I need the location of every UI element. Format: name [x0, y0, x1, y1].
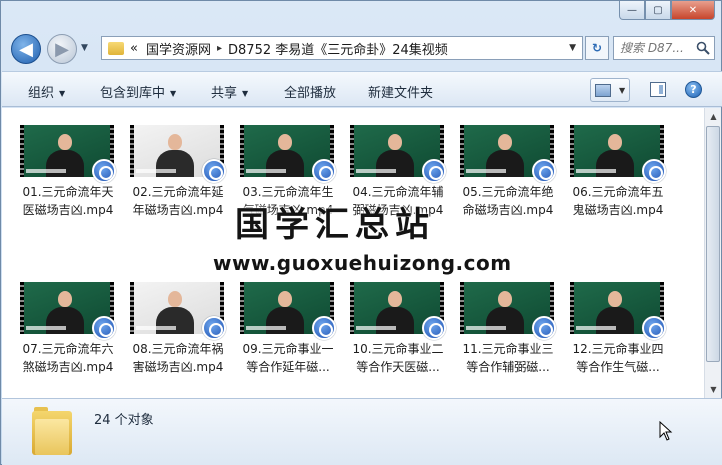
recent-pages-dropdown[interactable]: ▼ [81, 43, 88, 53]
refresh-button[interactable]: ↻ [585, 36, 609, 60]
watermark-url: www.guoxuehuizong.com [213, 251, 512, 275]
address-bar[interactable]: « 国学资源网 ▸ D8752 李易道《三元命卦》24集视频 ▼ [101, 36, 583, 60]
play-all-button[interactable]: 全部播放 [284, 82, 336, 101]
folder-icon [108, 41, 124, 55]
file-name-line: 等合作生气磁... [576, 360, 660, 374]
file-name-line: 11.三元命事业三 [462, 342, 554, 356]
media-player-icon [532, 159, 556, 183]
media-player-icon [92, 159, 116, 183]
preview-pane-button[interactable] [650, 82, 666, 97]
change-view-button[interactable]: ▼ [590, 78, 630, 102]
file-name-line: 等合作天医磁... [356, 360, 440, 374]
scroll-up-icon[interactable]: ▲ [705, 108, 722, 125]
file-name-line: 08.三元命流年祸 [132, 342, 224, 356]
share-menu[interactable]: 共享 ▼ [211, 82, 248, 101]
folder-icon [32, 407, 72, 455]
media-player-icon [642, 316, 666, 340]
file-name-line: 等合作延年磁... [246, 360, 330, 374]
file-name-line: 02.三元命流年延 [132, 185, 224, 199]
file-name-line: 鬼磁场吉凶.mp4 [572, 203, 664, 217]
mouse-cursor-icon [659, 421, 673, 441]
vertical-scrollbar[interactable]: ▲ ▼ [704, 108, 721, 398]
file-name-line: 12.三元命事业四 [572, 342, 664, 356]
media-player-icon [202, 159, 226, 183]
include-in-library-label: 包含到库中 [100, 86, 166, 101]
file-name: 12.三元命事业四 等合作生气磁... [566, 340, 670, 376]
navigation-bar: ◀ ▶ ▼ « 国学资源网 ▸ D8752 李易道《三元命卦》24集视频 ▼ ↻ [9, 31, 715, 67]
maximize-button[interactable]: ▢ [645, 1, 671, 20]
explorer-window: — ▢ ✕ ◀ ▶ ▼ « 国学资源网 ▸ D8752 李易道《三元命卦》24集… [0, 0, 722, 465]
breadcrumb-overflow[interactable]: « [130, 41, 138, 56]
file-name: 01.三元命流年天 医磁场吉凶.mp4 [16, 183, 120, 219]
close-button[interactable]: ✕ [671, 1, 715, 20]
file-name: 11.三元命事业三 等合作辅弼磁... [456, 340, 560, 376]
command-bar: 组织 ▼ 包含到库中 ▼ 共享 ▼ 全部播放 新建文件夹 ▼ ? [2, 71, 722, 107]
view-icon [595, 83, 611, 97]
file-name-line: 10.三元命事业二 [352, 342, 444, 356]
scrollbar-thumb[interactable] [706, 126, 720, 362]
media-player-icon [642, 159, 666, 183]
file-name-line: 09.三元命事业一 [242, 342, 334, 356]
file-name-line: 年磁场吉凶.mp4 [132, 203, 224, 217]
chevron-down-icon: ▼ [170, 89, 177, 98]
organize-menu[interactable]: 组织 ▼ [28, 82, 65, 101]
file-name: 05.三元命流年绝 命磁场吉凶.mp4 [456, 183, 560, 219]
file-name-line: 06.三元命流年五 [572, 185, 664, 199]
search-icon[interactable] [696, 41, 710, 55]
file-name-line: 01.三元命流年天 [22, 185, 114, 199]
chevron-down-icon: ▼ [59, 89, 66, 98]
organize-label: 组织 [28, 86, 55, 101]
media-player-icon [532, 316, 556, 340]
help-button[interactable]: ? [685, 81, 702, 98]
file-name: 09.三元命事业一 等合作延年磁... [236, 340, 340, 376]
media-player-icon [92, 316, 116, 340]
file-name: 10.三元命事业二 等合作天医磁... [346, 340, 450, 376]
media-player-icon [422, 316, 446, 340]
search-input[interactable] [614, 38, 692, 58]
item-count: 24 个对象 [94, 413, 154, 428]
back-button[interactable]: ◀ [11, 34, 41, 64]
breadcrumb-item-current[interactable]: D8752 李易道《三元命卦》24集视频 [228, 39, 448, 58]
file-name-line: 05.三元命流年绝 [462, 185, 554, 199]
file-name: 07.三元命流年六 煞磁场吉凶.mp4 [16, 340, 120, 376]
file-name-line: 煞磁场吉凶.mp4 [22, 360, 114, 374]
scroll-down-icon[interactable]: ▼ [705, 381, 722, 398]
include-in-library-menu[interactable]: 包含到库中 ▼ [100, 82, 176, 101]
search-box[interactable] [613, 36, 715, 60]
share-label: 共享 [211, 86, 238, 101]
new-folder-button[interactable]: 新建文件夹 [368, 82, 433, 101]
file-name-line: 医磁场吉凶.mp4 [22, 203, 114, 217]
media-player-icon [422, 159, 446, 183]
forward-button[interactable]: ▶ [47, 34, 77, 64]
minimize-button[interactable]: — [619, 1, 645, 20]
file-name-line: 命磁场吉凶.mp4 [462, 203, 554, 217]
watermark-title: 国学汇总站 [235, 205, 435, 245]
breadcrumb-item-root[interactable]: 国学资源网 [146, 39, 211, 58]
address-dropdown-icon[interactable]: ▼ [569, 43, 576, 53]
caption-buttons: — ▢ ✕ [619, 1, 715, 20]
chevron-down-icon: ▼ [242, 89, 249, 98]
media-player-icon [202, 316, 226, 340]
media-player-icon [312, 159, 336, 183]
file-name: 02.三元命流年延 年磁场吉凶.mp4 [126, 183, 230, 219]
file-name-line: 07.三元命流年六 [22, 342, 114, 356]
file-name-line: 害磁场吉凶.mp4 [132, 360, 224, 374]
breadcrumb-separator-icon[interactable]: ▸ [217, 43, 222, 54]
media-player-icon [312, 316, 336, 340]
file-name-line: 等合作辅弼磁... [466, 360, 550, 374]
chevron-down-icon[interactable]: ▼ [619, 86, 625, 95]
details-pane: 24 个对象 [2, 398, 722, 465]
file-name: 08.三元命流年祸 害磁场吉凶.mp4 [126, 340, 230, 376]
file-name: 06.三元命流年五 鬼磁场吉凶.mp4 [566, 183, 670, 219]
